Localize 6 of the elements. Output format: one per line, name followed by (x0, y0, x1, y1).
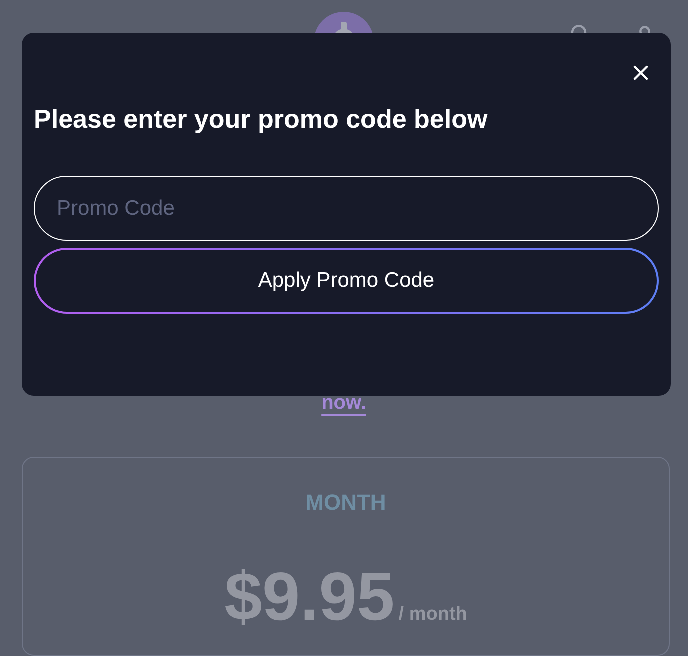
plan-label: MONTH (306, 490, 386, 516)
price-period: / month (398, 604, 468, 626)
apply-button[interactable]: Apply Promo Code (34, 248, 659, 314)
promo-code-field[interactable]: Promo Code (34, 176, 659, 241)
price: $9.95 (224, 558, 395, 636)
dialog-title: Please enter your promo code below (34, 104, 489, 135)
